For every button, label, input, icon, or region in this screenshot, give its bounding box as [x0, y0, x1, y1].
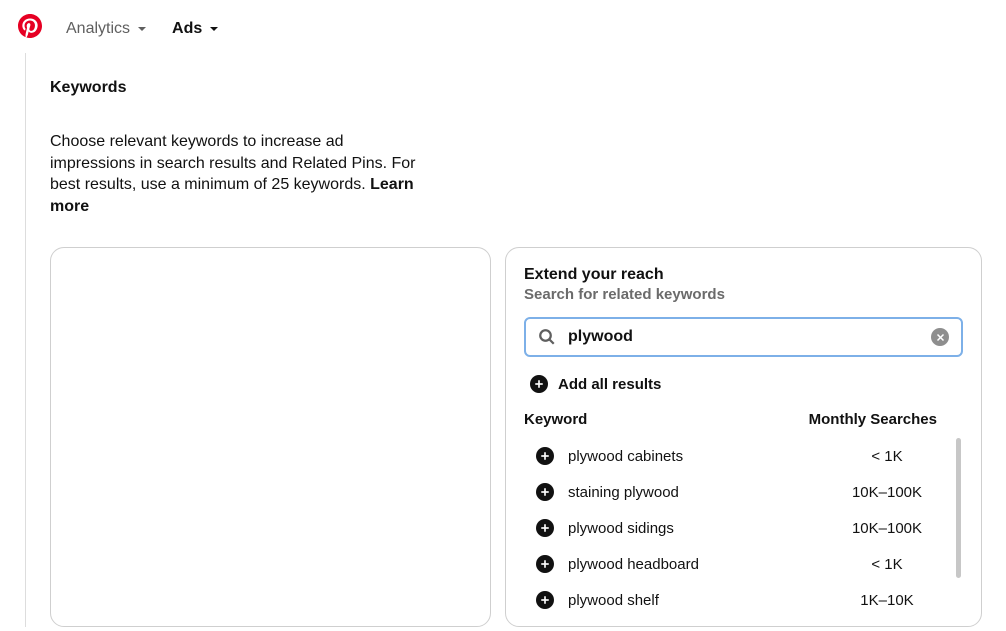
keyword-search-pane: Extend your reach Search for related key… — [505, 247, 982, 627]
plus-icon — [540, 487, 550, 497]
nav-ads[interactable]: Ads — [172, 20, 220, 38]
add-keyword-button[interactable] — [536, 483, 554, 501]
result-row: staining plywood10K–100K — [524, 474, 963, 510]
selected-keywords-pane[interactable] — [50, 247, 491, 627]
add-all-label: Add all results — [558, 376, 661, 393]
chevron-down-icon — [208, 23, 220, 35]
reach-title: Extend your reach — [524, 266, 963, 284]
close-icon — [936, 333, 945, 342]
result-row: plywood headboard< 1K — [524, 546, 963, 582]
scrollbar[interactable] — [956, 438, 961, 578]
keyword-text: plywood sidings — [568, 520, 837, 537]
plus-icon — [540, 595, 550, 605]
col-searches-label: Monthly Searches — [809, 411, 937, 428]
monthly-searches: < 1K — [837, 556, 937, 573]
monthly-searches: 10K–100K — [837, 484, 937, 501]
nav-analytics-label: Analytics — [66, 20, 130, 38]
search-input[interactable] — [568, 328, 919, 346]
keyword-text: plywood shelf — [568, 592, 837, 609]
keyword-search-box — [524, 317, 963, 357]
pinterest-logo-icon[interactable] — [18, 14, 42, 43]
keyword-text: plywood headboard — [568, 556, 837, 573]
result-row: plywood cabinets< 1K — [524, 438, 963, 474]
chevron-down-icon — [136, 23, 148, 35]
col-keyword-label: Keyword — [524, 411, 587, 428]
search-icon — [538, 328, 556, 346]
keyword-text: staining plywood — [568, 484, 837, 501]
plus-icon — [540, 523, 550, 533]
plus-icon — [530, 375, 548, 393]
monthly-searches: 1K–10K — [837, 592, 937, 609]
plus-icon — [540, 451, 550, 461]
add-keyword-button[interactable] — [536, 447, 554, 465]
monthly-searches: 10K–100K — [837, 520, 937, 537]
results-list: plywood cabinets< 1Kstaining plywood10K–… — [524, 438, 963, 618]
clear-search-button[interactable] — [931, 328, 949, 346]
page-title: Keywords — [50, 79, 982, 97]
left-rail — [0, 53, 26, 627]
result-row: plywood shelf1K–10K — [524, 582, 963, 618]
monthly-searches: < 1K — [837, 448, 937, 465]
help-text: Choose relevant keywords to increase ad … — [50, 131, 420, 217]
add-keyword-button[interactable] — [536, 519, 554, 537]
plus-icon — [540, 559, 550, 569]
results-header: Keyword Monthly Searches — [524, 411, 963, 438]
top-header: Analytics Ads — [0, 0, 1006, 53]
result-row: plywood sidings10K–100K — [524, 510, 963, 546]
nav-analytics[interactable]: Analytics — [66, 20, 148, 38]
reach-subtitle: Search for related keywords — [524, 286, 963, 303]
add-keyword-button[interactable] — [536, 555, 554, 573]
add-keyword-button[interactable] — [536, 591, 554, 609]
keyword-text: plywood cabinets — [568, 448, 837, 465]
add-all-button[interactable]: Add all results — [530, 375, 963, 393]
nav-ads-label: Ads — [172, 20, 202, 38]
